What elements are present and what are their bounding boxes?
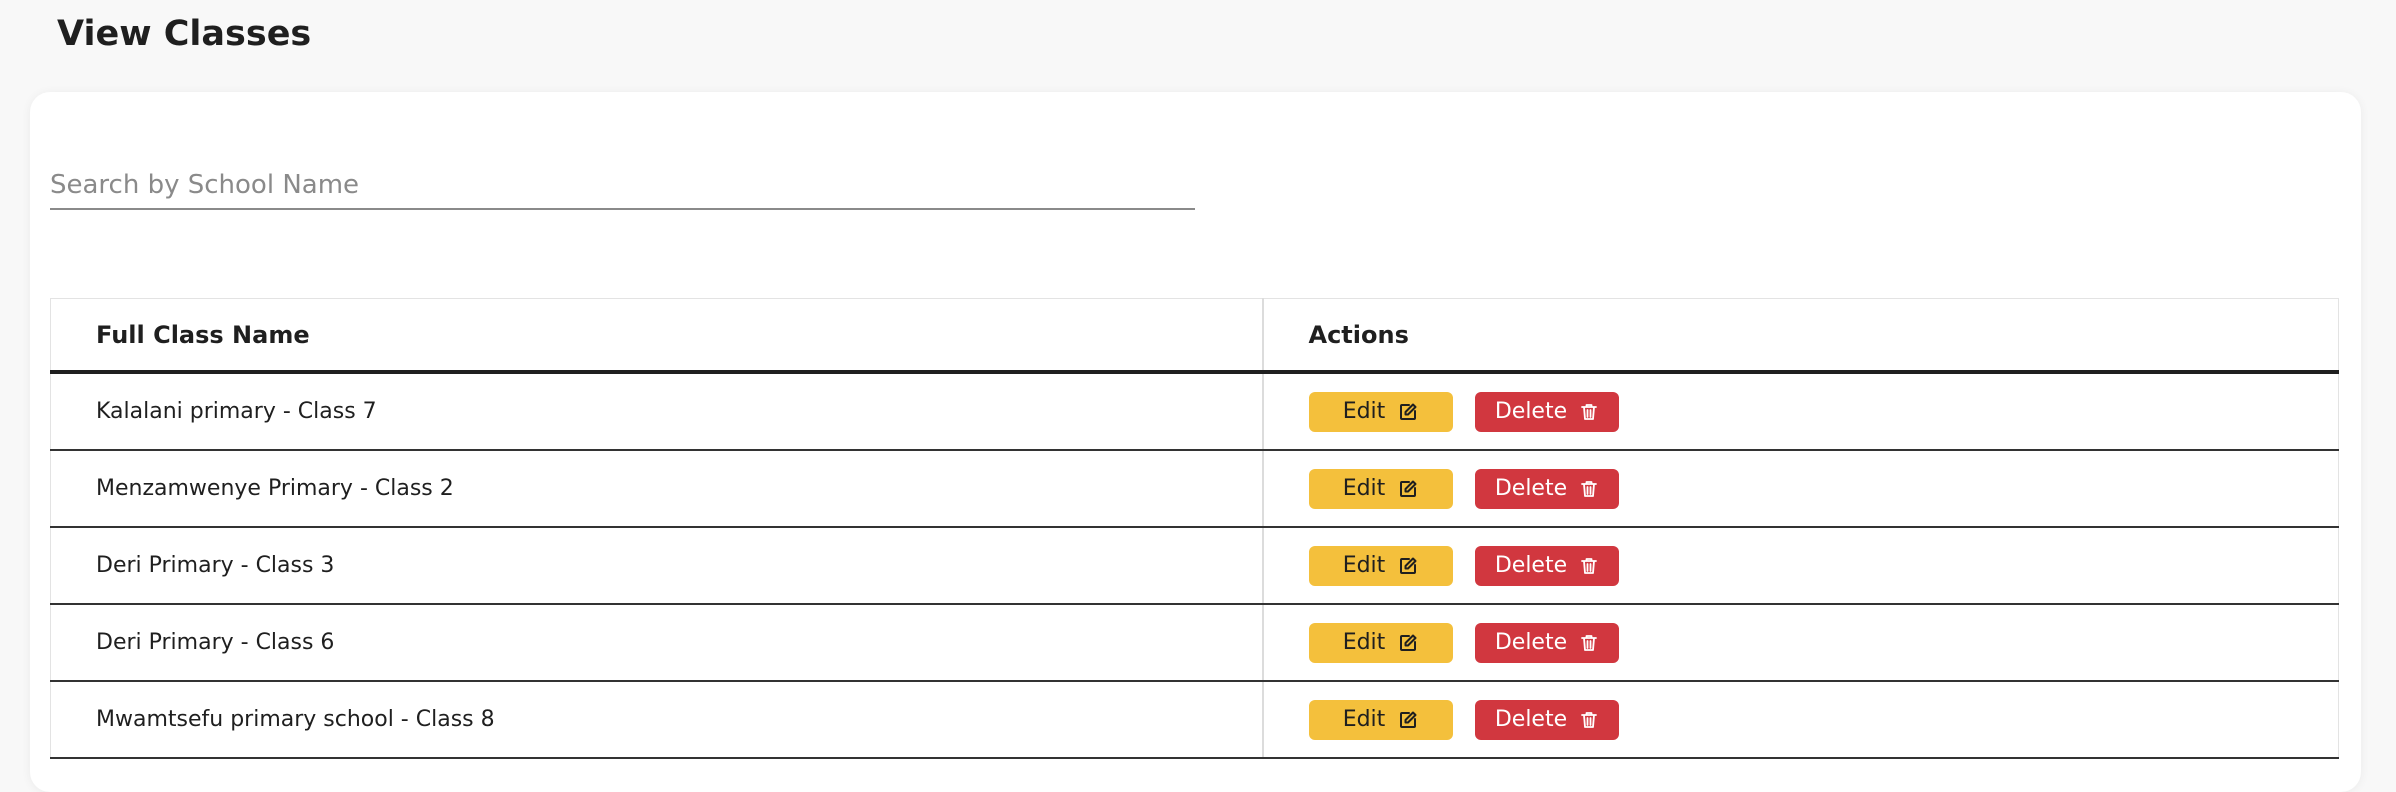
class-name-cell: Menzamwenye Primary - Class 2	[50, 450, 1263, 528]
delete-button-label: Delete	[1494, 707, 1568, 732]
page-title: View Classes	[57, 14, 312, 54]
table-row: Mwamtsefu primary school - Class 8 Edit …	[50, 681, 2339, 759]
search-field[interactable]	[50, 164, 1195, 210]
search-input[interactable]	[50, 164, 1195, 206]
class-name-cell: Deri Primary - Class 6	[50, 604, 1263, 682]
trash-icon	[1580, 479, 1598, 499]
trash-icon	[1580, 402, 1598, 422]
column-header-actions: Actions	[1261, 298, 2339, 374]
delete-button[interactable]: Delete	[1474, 699, 1619, 740]
delete-button-label: Delete	[1494, 399, 1568, 424]
delete-button[interactable]: Delete	[1474, 545, 1619, 586]
pencil-square-icon	[1398, 479, 1418, 499]
edit-button-label: Edit	[1342, 707, 1386, 732]
table-row: Deri Primary - Class 6 Edit Delete	[50, 604, 2339, 682]
edit-button-label: Edit	[1342, 399, 1386, 424]
table-row: Menzamwenye Primary - Class 2 Edit Delet…	[50, 450, 2339, 528]
actions-cell: Edit Delete	[1261, 527, 2339, 605]
trash-icon	[1580, 710, 1598, 730]
edit-button[interactable]: Edit	[1308, 545, 1453, 586]
pencil-square-icon	[1398, 710, 1418, 730]
actions-cell: Edit Delete	[1261, 681, 2339, 759]
classes-table: Full Class Name Actions Kalalani primary…	[50, 298, 2339, 759]
delete-button-label: Delete	[1494, 476, 1568, 501]
pencil-square-icon	[1398, 633, 1418, 653]
class-name-cell: Mwamtsefu primary school - Class 8	[50, 681, 1263, 759]
delete-button-label: Delete	[1494, 630, 1568, 655]
edit-button-label: Edit	[1342, 630, 1386, 655]
class-name-cell: Deri Primary - Class 3	[50, 527, 1263, 605]
edit-button[interactable]: Edit	[1308, 391, 1453, 432]
edit-button[interactable]: Edit	[1308, 622, 1453, 663]
edit-button[interactable]: Edit	[1308, 699, 1453, 740]
class-name-cell: Kalalani primary - Class 7	[50, 372, 1263, 451]
delete-button-label: Delete	[1494, 553, 1568, 578]
trash-icon	[1580, 633, 1598, 653]
table-header-row: Full Class Name Actions	[50, 298, 2339, 374]
delete-button[interactable]: Delete	[1474, 468, 1619, 509]
pencil-square-icon	[1398, 402, 1418, 422]
trash-icon	[1580, 556, 1598, 576]
edit-button-label: Edit	[1342, 476, 1386, 501]
pencil-square-icon	[1398, 556, 1418, 576]
actions-cell: Edit Delete	[1261, 604, 2339, 682]
table-row: Deri Primary - Class 3 Edit Delete	[50, 527, 2339, 605]
edit-button[interactable]: Edit	[1308, 468, 1453, 509]
table-row: Kalalani primary - Class 7 Edit Delete	[50, 372, 2339, 451]
actions-cell: Edit Delete	[1261, 450, 2339, 528]
delete-button[interactable]: Delete	[1474, 391, 1619, 432]
classes-card: Full Class Name Actions Kalalani primary…	[30, 92, 2361, 792]
actions-cell: Edit Delete	[1261, 372, 2339, 451]
column-header-full-class-name: Full Class Name	[50, 298, 1263, 374]
delete-button[interactable]: Delete	[1474, 622, 1619, 663]
edit-button-label: Edit	[1342, 553, 1386, 578]
